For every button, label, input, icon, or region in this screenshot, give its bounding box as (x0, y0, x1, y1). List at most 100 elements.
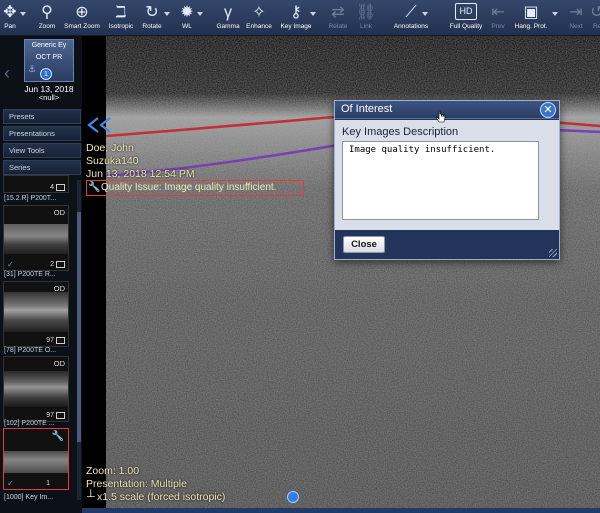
thumbnail-image (4, 224, 68, 254)
chevron-down-icon[interactable] (164, 12, 170, 16)
toolbar-label: Smart Zoom (64, 23, 100, 30)
pan-icon: ✥ (3, 4, 17, 21)
collapse-panel-icon[interactable] (86, 116, 114, 134)
patient-name: Doe, John (86, 142, 134, 154)
key-image-icon: ⚷ (290, 4, 302, 21)
toolbar-annotations-button[interactable]: ⟋ Annotations (389, 0, 433, 36)
toolbar-prev-button[interactable]: ⇤ Prev (487, 0, 509, 36)
close-icon[interactable]: ✕ (540, 102, 556, 118)
isotropic-scale-icon: ⊥ (86, 488, 96, 500)
dialog-titlebar[interactable]: Of Interest ✕ (335, 101, 559, 119)
toolbar-label: Full Quality (449, 23, 483, 30)
toolbar-label: Key Image (280, 23, 312, 30)
toolbar-label: Next (569, 23, 583, 30)
dialog-body: Key Images Description Image quality ins… (335, 120, 559, 230)
hd-icon: HD (455, 3, 477, 20)
series-thumbnail-selected[interactable]: 🔧 ✓ 1 (3, 428, 69, 490)
series-label: [31] P200TE R... (4, 271, 56, 278)
smart-zoom-icon: ⊕ (75, 4, 89, 21)
close-button[interactable]: Close (343, 236, 385, 253)
toolbar-label: WL (182, 23, 192, 30)
slice-position-marker[interactable] (287, 491, 299, 503)
zoom-icon: ⚲ (41, 4, 53, 21)
thumbnail-image (4, 292, 68, 332)
menu-presentations[interactable]: Presentations (3, 126, 81, 141)
toolbar-gamma-button[interactable]: γ Gamma (213, 0, 243, 36)
window-level-icon: ✹ (180, 4, 194, 21)
toolbar-link-button[interactable]: ⛓ Link (356, 0, 376, 36)
reset-icon: ↺ (590, 4, 600, 21)
series-label: [102] P200TE ... (4, 420, 55, 427)
toolbar-relate-button[interactable]: ⇄ Relate (326, 0, 350, 36)
gamma-icon: γ (224, 4, 232, 21)
series-thumbnail[interactable]: OD ✓ 2 (3, 205, 69, 271)
toolbar-next-button[interactable]: ⇥ Next (565, 0, 587, 36)
chevron-down-icon[interactable] (310, 12, 316, 16)
rotate-icon: ↻ (145, 4, 159, 21)
toolbar-rotate-button[interactable]: ↻ Rotate (137, 0, 170, 36)
study-card-title: Generic Ey (31, 42, 67, 49)
key-image-icon: 🔧 (51, 431, 64, 442)
toolbar-reset-button[interactable]: ↺ Re (590, 0, 600, 36)
toolbar-zoom-button[interactable]: ⚲ Zoom (34, 0, 60, 36)
study-card[interactable]: Generic Ey OCT PR ⚓ 1 (24, 39, 74, 82)
study-card-modality: OCT PR (35, 54, 63, 61)
thumbnail-image (4, 371, 68, 407)
stack-icon (56, 337, 65, 344)
toolbar-hanging-protocol-button[interactable]: ▣ Hang. Prot. (511, 0, 558, 36)
resize-grip-icon[interactable] (549, 249, 557, 257)
series-thumbnail[interactable]: OD 97 (3, 356, 69, 422)
series-scrollbar-thumb[interactable] (77, 212, 81, 442)
slice-scrollbar[interactable] (82, 508, 600, 513)
toolbar-enhance-button[interactable]: ✧ Enhance (241, 0, 277, 36)
description-textarea[interactable]: Image quality insufficient. (342, 141, 539, 220)
toolbar-window-level-button[interactable]: ✹ WL (175, 0, 203, 36)
series-label: [78] P200TE O... (4, 347, 57, 354)
toolbar-hd-button[interactable]: HD Full Quality (446, 0, 486, 36)
toolbar-label: Link (360, 23, 372, 30)
toolbar-label: Prev (491, 23, 505, 30)
series-thumbnail[interactable]: OD 97 (3, 281, 69, 347)
relate-icon: ⇄ (331, 4, 345, 21)
check-icon: ✓ (7, 479, 14, 488)
dialog-title: Of Interest (341, 103, 393, 115)
hanging-protocol-icon: ▣ (523, 4, 539, 21)
toolbar-label: Re (592, 23, 600, 30)
series-count: 97 (46, 412, 54, 419)
menu-presets[interactable]: Presets (3, 109, 81, 124)
series-label: [15.2.R] P200T... (4, 195, 57, 202)
stack-icon (56, 261, 65, 268)
toolbar-smart-zoom-button[interactable]: ⊕ Smart Zoom (62, 0, 102, 36)
toolbar-label: Hang. Prot. (514, 23, 548, 30)
eye-label: OD (53, 359, 65, 368)
series-thumbnail[interactable]: 4 (3, 175, 69, 193)
study-name: Suzuka140 (86, 155, 139, 167)
description-label: Key Images Description (342, 126, 459, 138)
toolbar-isotropic-button[interactable]: ℶ Isotropic (104, 0, 138, 36)
stack-icon (56, 184, 65, 191)
chevron-down-icon[interactable] (20, 12, 26, 16)
toolbar-label: Enhance (246, 23, 272, 30)
chevron-down-icon[interactable] (422, 12, 428, 16)
series-label: [1000] Key Im... (4, 494, 54, 501)
annotations-icon: ⟋ (405, 4, 417, 21)
series-count: 1 (46, 480, 50, 487)
link-icon: ⛓ (355, 4, 377, 21)
menu-series[interactable]: Series (3, 160, 81, 175)
wrench-icon: 🔧 (88, 182, 101, 193)
thumbnail-image (4, 451, 68, 473)
toolbar-label: Pan (4, 23, 16, 30)
of-interest-dialog: Of Interest ✕ Key Images Description Ima… (334, 100, 560, 260)
toolbar-label: Gamma (216, 23, 240, 30)
chevron-down-icon[interactable] (197, 12, 203, 16)
isotropic-icon: ℶ (115, 4, 127, 21)
check-icon: ✓ (7, 260, 14, 269)
toolbar-pan-button[interactable]: ✥ Pan (0, 0, 26, 36)
toolbar-key-image-button[interactable]: ⚷ Key Image (277, 0, 316, 36)
menu-view-tools[interactable]: View Tools (3, 143, 81, 158)
zoom-readout: Zoom: 1.00 (86, 465, 140, 477)
presentation-readout: Presentation: Multiple (86, 478, 187, 490)
toolbar-label: Annotations (393, 23, 429, 30)
next-icon: ⇥ (569, 4, 583, 21)
chevron-down-icon[interactable] (552, 12, 558, 16)
